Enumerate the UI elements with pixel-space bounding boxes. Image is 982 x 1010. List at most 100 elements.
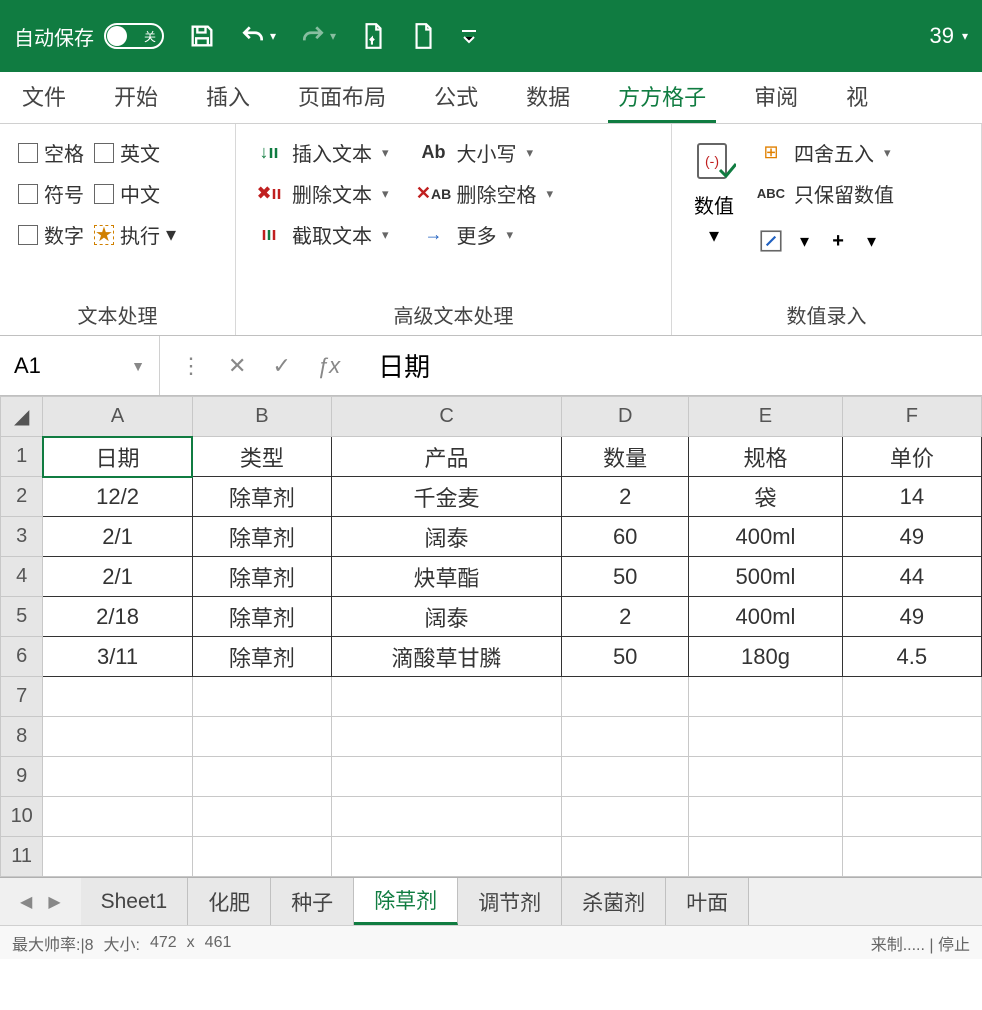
cell-10-F[interactable] — [842, 797, 981, 837]
col-header-B[interactable]: B — [192, 397, 331, 437]
row-header-6[interactable]: 6 — [1, 637, 43, 677]
cell-9-C[interactable] — [332, 757, 562, 797]
cell-11-C[interactable] — [332, 837, 562, 877]
cell-1-B[interactable]: 类型 — [192, 437, 331, 477]
cell-11-A[interactable] — [43, 837, 192, 877]
ribbon-tab-2[interactable]: 插入 — [196, 72, 260, 123]
cmd-delete-space[interactable]: ✕AB删除空格▾ — [419, 179, 554, 208]
cell-3-F[interactable]: 49 — [842, 517, 981, 557]
cell-8-D[interactable] — [562, 717, 689, 757]
sheet-tab-3[interactable]: 除草剂 — [354, 878, 458, 925]
cb-number[interactable]: 数字 — [18, 220, 84, 249]
cmd-extract-text[interactable]: ııı截取文本▾ — [254, 220, 389, 249]
customize-qat-icon[interactable] — [460, 28, 478, 44]
row-header-9[interactable]: 9 — [1, 757, 43, 797]
cell-3-D[interactable]: 60 — [562, 517, 689, 557]
save-icon[interactable] — [188, 22, 216, 50]
row-header-2[interactable]: 2 — [1, 477, 43, 517]
col-header-F[interactable]: F — [842, 397, 981, 437]
toggle-track[interactable]: 关 — [104, 23, 164, 49]
cell-6-F[interactable]: 4.5 — [842, 637, 981, 677]
cell-2-E[interactable]: 袋 — [689, 477, 842, 517]
cell-11-E[interactable] — [689, 837, 842, 877]
cell-3-A[interactable]: 2/1 — [43, 517, 192, 557]
row-header-7[interactable]: 7 — [1, 677, 43, 717]
cb-symbol[interactable]: 符号 — [18, 179, 84, 208]
zoom-level[interactable]: 39 ▾ — [929, 23, 968, 49]
cell-9-F[interactable] — [842, 757, 981, 797]
cmd-more[interactable]: →更多▾ — [419, 220, 554, 249]
cell-5-A[interactable]: 2/18 — [43, 597, 192, 637]
cell-6-D[interactable]: 50 — [562, 637, 689, 677]
cell-9-E[interactable] — [689, 757, 842, 797]
cell-8-E[interactable] — [689, 717, 842, 757]
cmd-round[interactable]: ⊞四舍五入▾ — [756, 138, 894, 167]
cell-5-E[interactable]: 400ml — [689, 597, 842, 637]
cell-2-C[interactable]: 千金麦 — [332, 477, 562, 517]
cell-9-A[interactable] — [43, 757, 192, 797]
cell-6-B[interactable]: 除草剂 — [192, 637, 331, 677]
cell-4-A[interactable]: 2/1 — [43, 557, 192, 597]
cell-10-C[interactable] — [332, 797, 562, 837]
cmd-numeric[interactable]: (-) 数值 ▾ — [690, 138, 738, 256]
cell-10-D[interactable] — [562, 797, 689, 837]
col-header-D[interactable]: D — [562, 397, 689, 437]
cell-2-D[interactable]: 2 — [562, 477, 689, 517]
spreadsheet-grid[interactable]: ◢ABCDEF1日期类型产品数量规格单价212/2除草剂千金麦2袋1432/1除… — [0, 396, 982, 877]
cell-5-F[interactable]: 49 — [842, 597, 981, 637]
cell-7-E[interactable] — [689, 677, 842, 717]
cb-space[interactable]: 空格 — [18, 138, 84, 167]
cell-8-C[interactable] — [332, 717, 562, 757]
col-header-C[interactable]: C — [332, 397, 562, 437]
cell-4-F[interactable]: 44 — [842, 557, 981, 597]
redo-icon[interactable]: ▾ — [300, 23, 336, 49]
accept-icon[interactable]: ✓ — [272, 353, 290, 379]
sheet-tab-0[interactable]: Sheet1 — [81, 878, 189, 925]
cmd-keep-numeric[interactable]: ABC只保留数值 — [756, 179, 894, 208]
cell-10-B[interactable] — [192, 797, 331, 837]
cell-1-C[interactable]: 产品 — [332, 437, 562, 477]
cell-8-B[interactable] — [192, 717, 331, 757]
row-header-10[interactable]: 10 — [1, 797, 43, 837]
cell-8-A[interactable] — [43, 717, 192, 757]
ribbon-tab-8[interactable]: 视 — [836, 72, 878, 123]
col-header-E[interactable]: E — [689, 397, 842, 437]
ribbon-tab-7[interactable]: 审阅 — [744, 72, 808, 123]
name-box[interactable]: A1 ▼ — [0, 336, 160, 395]
cb-chinese[interactable]: 中文 — [94, 179, 176, 208]
ribbon-tab-0[interactable]: 文件 — [12, 72, 76, 123]
sheet-tab-1[interactable]: 化肥 — [188, 878, 271, 925]
cell-4-C[interactable]: 炔草酯 — [332, 557, 562, 597]
sheet-next-icon[interactable]: ▶ — [48, 892, 60, 912]
formula-input[interactable] — [360, 336, 982, 395]
cell-5-C[interactable]: 阔泰 — [332, 597, 562, 637]
cell-3-B[interactable]: 除草剂 — [192, 517, 331, 557]
ribbon-tab-1[interactable]: 开始 — [104, 72, 168, 123]
cell-9-D[interactable] — [562, 757, 689, 797]
cell-7-A[interactable] — [43, 677, 192, 717]
plus-icon[interactable]: + — [823, 226, 853, 256]
row-header-1[interactable]: 1 — [1, 437, 43, 477]
sheet-tab-5[interactable]: 杀菌剂 — [562, 878, 666, 925]
cell-9-B[interactable] — [192, 757, 331, 797]
cell-1-D[interactable]: 数量 — [562, 437, 689, 477]
select-all-corner[interactable]: ◢ — [1, 397, 43, 437]
sheet-prev-icon[interactable]: ◀ — [20, 892, 32, 912]
cell-6-C[interactable]: 滴酸草甘膦 — [332, 637, 562, 677]
row-header-4[interactable]: 4 — [1, 557, 43, 597]
autosave-toggle[interactable]: 自动保存 关 — [14, 22, 164, 51]
cell-2-A[interactable]: 12/2 — [43, 477, 192, 517]
undo-icon[interactable]: ▾ — [240, 23, 276, 49]
cell-11-D[interactable] — [562, 837, 689, 877]
cell-3-E[interactable]: 400ml — [689, 517, 842, 557]
doc-icon-2[interactable] — [410, 21, 436, 51]
cmd-case[interactable]: Ab大小写▾ — [419, 138, 554, 167]
cb-execute[interactable]: ★执行▾ — [94, 220, 176, 249]
cell-6-E[interactable]: 180g — [689, 637, 842, 677]
cell-1-A[interactable]: 日期 — [43, 437, 192, 477]
col-header-A[interactable]: A — [43, 397, 192, 437]
cb-english[interactable]: 英文 — [94, 138, 176, 167]
cell-2-F[interactable]: 14 — [842, 477, 981, 517]
sheet-tab-4[interactable]: 调节剂 — [458, 878, 562, 925]
ribbon-tab-3[interactable]: 页面布局 — [288, 72, 396, 123]
